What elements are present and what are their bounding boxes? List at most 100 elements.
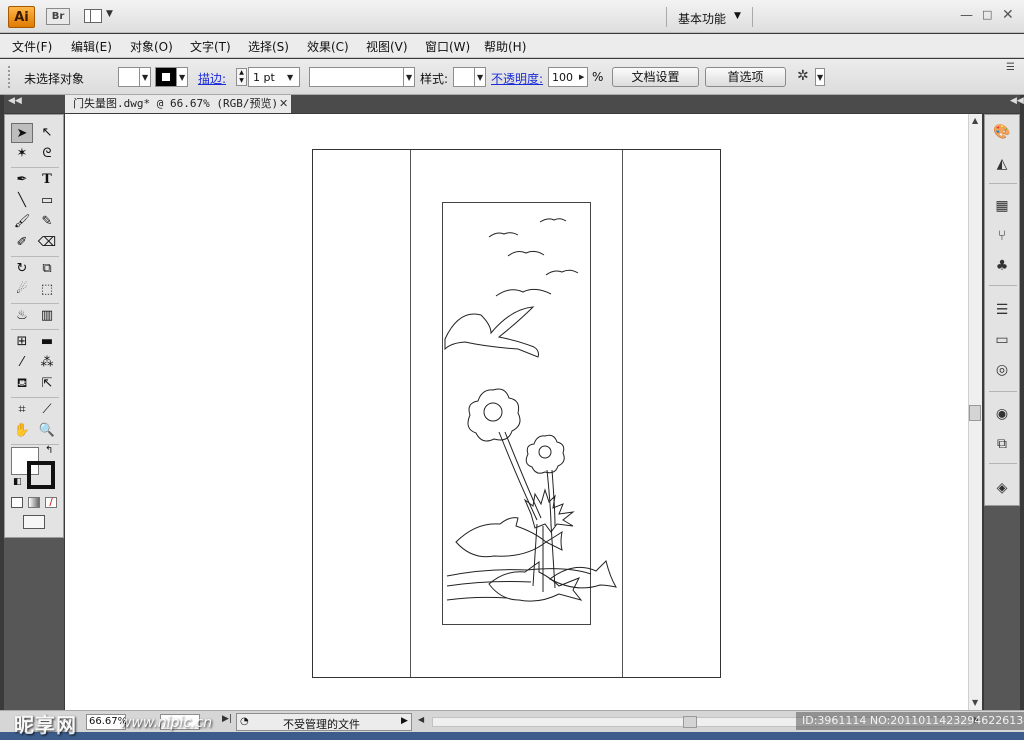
scale-tool-icon[interactable]: ⧉ (36, 259, 58, 279)
blob-brush-tool-icon[interactable]: ✐ (11, 233, 33, 253)
symbol-sprayer-tool-icon[interactable]: ♨ (11, 306, 33, 326)
slice-tool-icon[interactable]: ⟋ (36, 400, 58, 420)
minimize-button[interactable]: — (960, 8, 973, 23)
menu-type[interactable]: 文字(T) (190, 38, 231, 55)
gradient-panel-icon[interactable]: ▭ (992, 331, 1012, 349)
document-setup-button[interactable]: 文档设置 (612, 67, 699, 87)
color-guide-panel-icon[interactable]: ◭ (992, 155, 1012, 173)
close-tab-icon[interactable]: ✕ (279, 97, 288, 110)
graphic-style-swatch[interactable] (453, 67, 475, 87)
transparency-panel-icon[interactable]: ◎ (992, 361, 1012, 379)
chevron-down-icon[interactable]: ▼ (106, 9, 113, 19)
rectangle-tool-icon[interactable]: ▭ (36, 191, 58, 211)
blend-tool-icon[interactable]: ⁂ (36, 353, 58, 373)
grip-handle[interactable] (8, 66, 12, 88)
fill-color-swatch[interactable] (118, 67, 140, 87)
menu-effect[interactable]: 效果(C) (307, 38, 349, 55)
workspace-switcher[interactable]: 基本功能 (678, 10, 726, 27)
symbols-panel-icon[interactable]: ♣ (992, 257, 1012, 275)
type-tool-icon[interactable]: T (36, 170, 58, 190)
collapse-panel-icon[interactable]: ◀◀ (8, 96, 22, 106)
default-colors-icon[interactable]: ◧ (13, 477, 22, 487)
appearance-panel-icon[interactable]: ◉ (992, 405, 1012, 423)
document-tab[interactable]: 门失量图.dwg* @ 66.67% (RGB/预览) (65, 95, 291, 113)
expand-panels-icon[interactable]: ◀◀ (1010, 96, 1024, 106)
menu-file[interactable]: 文件(F) (12, 38, 52, 55)
close-button[interactable]: ✕ (1002, 7, 1014, 23)
divider (752, 7, 753, 27)
isolate-selected-icon[interactable]: ✲ (797, 68, 809, 84)
fill-dropdown[interactable]: ▼ (139, 67, 151, 87)
pencil-tool-icon[interactable]: ✎ (36, 212, 58, 232)
lasso-tool-icon[interactable]: ᘓ (36, 144, 58, 164)
status-menu[interactable]: ◔ 不受管理的文件 ▶ (236, 713, 412, 731)
app-logo[interactable]: Ai (8, 6, 35, 28)
menu-help[interactable]: 帮助(H) (484, 38, 526, 55)
scroll-up-icon[interactable]: ▲ (972, 116, 978, 125)
live-paint-selection-tool-icon[interactable]: ⇱ (36, 374, 58, 394)
selection-status: 未选择对象 (24, 72, 85, 86)
zoom-tool-icon[interactable]: 🔍 (36, 421, 58, 441)
pen-tool-icon[interactable]: ✒ (11, 170, 33, 190)
menu-object[interactable]: 对象(O) (130, 38, 173, 55)
rotate-tool-icon[interactable]: ↻ (11, 259, 33, 279)
line-tool-icon[interactable]: ╲ (11, 191, 33, 211)
opacity-label[interactable]: 不透明度: (491, 70, 543, 87)
layers-panel-icon[interactable]: ◈ (992, 479, 1012, 497)
chevron-down-icon[interactable]: ▼ (734, 11, 741, 21)
brush-dropdown[interactable]: ▼ (403, 67, 415, 87)
style-dropdown[interactable]: ▼ (474, 67, 486, 87)
stroke-stepper[interactable]: ▲ ▼ (236, 68, 247, 86)
eyedropper-tool-icon[interactable]: ⁄ (11, 353, 33, 373)
chevron-right-icon[interactable]: ▶ (579, 73, 584, 81)
swap-fill-stroke-icon[interactable]: ↰ (45, 445, 53, 456)
stroke-weight-field[interactable]: 1 pt ▼ (248, 67, 300, 87)
paintbrush-tool-icon[interactable]: 🖌 (11, 212, 33, 232)
menu-window[interactable]: 窗口(W) (425, 38, 470, 55)
screen-mode-icon[interactable] (23, 515, 45, 529)
stroke-color-swatch[interactable] (155, 67, 177, 87)
opacity-field[interactable]: 100 ▶ (548, 67, 588, 87)
color-panel-icon[interactable]: 🎨 (992, 123, 1012, 141)
menu-edit[interactable]: 编辑(E) (71, 38, 112, 55)
arrange-documents-icon[interactable] (84, 9, 102, 23)
artboard-tool-icon[interactable]: ⌗ (11, 400, 33, 420)
brush-definition-field[interactable] (309, 67, 405, 87)
previous-artboard-icon[interactable]: ▶| (222, 714, 232, 724)
magic-wand-tool-icon[interactable]: ✶ (11, 144, 33, 164)
isolate-dropdown[interactable]: ▼ (815, 68, 825, 86)
selection-tool-icon[interactable]: ➤ (11, 123, 33, 143)
direct-selection-tool-icon[interactable]: ↖ (36, 123, 58, 143)
canvas[interactable] (65, 114, 968, 710)
eraser-tool-icon[interactable]: ⌫ (36, 233, 58, 253)
stroke-label[interactable]: 描边: (198, 70, 226, 87)
menu-select[interactable]: 选择(S) (248, 38, 289, 55)
bridge-button[interactable]: Br (46, 8, 70, 25)
graphic-styles-panel-icon[interactable]: ⧉ (992, 435, 1012, 453)
graph-tool-icon[interactable]: ▥ (36, 306, 58, 326)
warp-tool-icon[interactable]: ☄ (11, 280, 33, 300)
scroll-thumb[interactable] (969, 405, 981, 421)
brushes-panel-icon[interactable]: ⑂ (992, 227, 1012, 245)
stroke-dropdown[interactable]: ▼ (176, 67, 188, 87)
scroll-down-icon[interactable]: ▼ (972, 698, 978, 707)
menu-view[interactable]: 视图(V) (366, 38, 408, 55)
stroke-color-box[interactable] (27, 461, 55, 489)
panel-menu-icon[interactable]: ☰ (1006, 62, 1015, 73)
chevron-down-icon: ▼ (817, 73, 824, 82)
vertical-scrollbar[interactable]: ▲ ▼ (968, 114, 982, 710)
scroll-left-icon[interactable]: ◀ (418, 715, 424, 724)
free-transform-tool-icon[interactable]: ⬚ (36, 280, 58, 300)
scroll-thumb[interactable] (683, 716, 697, 728)
mesh-tool-icon[interactable]: ⊞ (11, 332, 33, 352)
live-paint-bucket-tool-icon[interactable]: ⛾ (11, 374, 33, 394)
preferences-button[interactable]: 首选项 (705, 67, 786, 87)
swatches-panel-icon[interactable]: ▦ (992, 197, 1012, 215)
gradient-mode-icon[interactable] (28, 497, 40, 508)
maximize-button[interactable]: □ (982, 8, 992, 21)
hand-tool-icon[interactable]: ✋ (11, 421, 33, 441)
stroke-panel-icon[interactable]: ☰ (992, 301, 1012, 319)
none-mode-icon[interactable]: / (45, 497, 57, 508)
color-mode-icon[interactable] (11, 497, 23, 508)
gradient-tool-icon[interactable]: ▬ (36, 332, 58, 352)
